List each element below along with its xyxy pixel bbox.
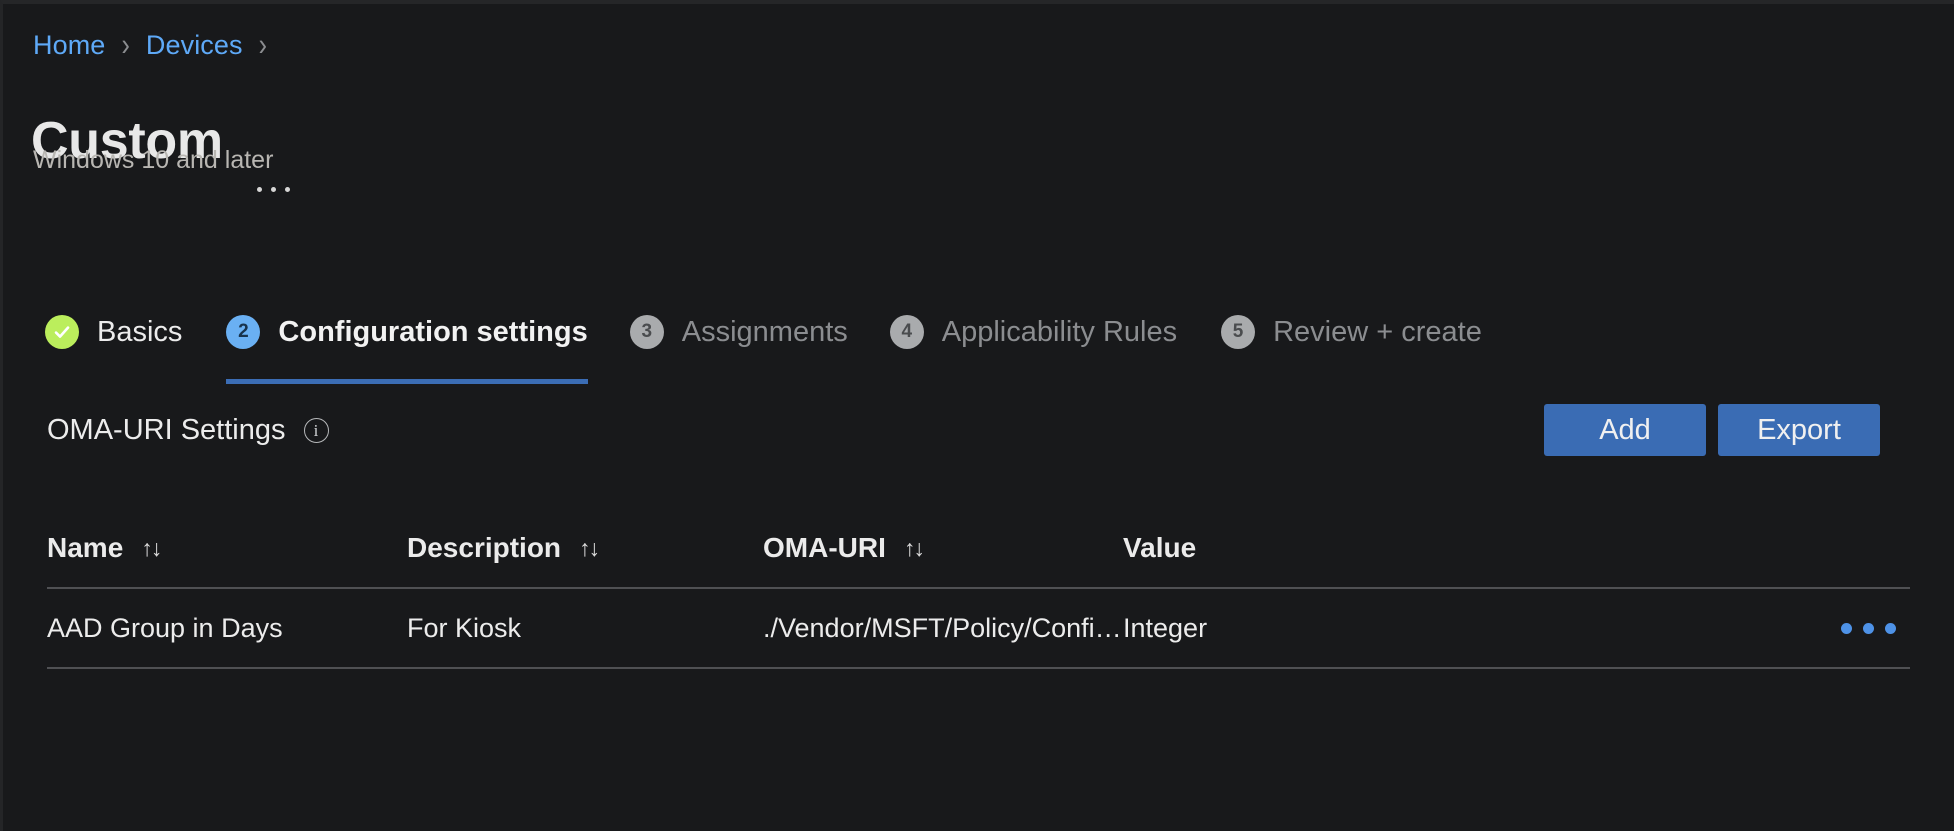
- tab-label: Assignments: [682, 316, 848, 349]
- sort-icon[interactable]: ↑↓: [141, 537, 160, 560]
- table-header-row: Name ↑↓ Description ↑↓ OMA-URI ↑↓ Value: [47, 509, 1910, 587]
- breadcrumb-item-home[interactable]: Home: [33, 30, 105, 61]
- wizard-tabs: Basics 2 Configuration settings 3 Assign…: [45, 292, 1482, 384]
- info-icon[interactable]: i: [304, 418, 329, 443]
- column-header-label: Name: [47, 532, 123, 564]
- custom-profile-page: Home › Devices › Custom Windows 10 and l…: [0, 0, 1954, 831]
- breadcrumb: Home › Devices ›: [33, 30, 283, 61]
- section-title: OMA-URI Settings: [47, 414, 286, 447]
- column-header-label: Description: [407, 532, 561, 564]
- page-title-row: Custom: [31, 80, 290, 202]
- tab-assignments[interactable]: 3 Assignments: [630, 292, 848, 384]
- column-header-description[interactable]: Description ↑↓: [407, 532, 763, 564]
- section-actions: Add Export: [1544, 404, 1880, 456]
- oma-uri-section-header: OMA-URI Settings i Add Export: [47, 404, 1880, 456]
- tab-review-create[interactable]: 5 Review + create: [1221, 292, 1482, 384]
- table-row[interactable]: AAD Group in Days For Kiosk ./Vendor/MSF…: [47, 589, 1910, 669]
- dot: [1885, 623, 1896, 634]
- tab-configuration-settings[interactable]: 2 Configuration settings: [226, 292, 587, 384]
- row-actions-icon[interactable]: [1841, 623, 1896, 634]
- step-number-badge: 4: [890, 315, 924, 349]
- page-subtitle: Windows 10 and later: [33, 146, 273, 175]
- cell-description: For Kiosk: [407, 613, 763, 644]
- more-options-icon[interactable]: [257, 187, 290, 192]
- tab-basics[interactable]: Basics: [45, 292, 182, 384]
- step-number-badge: 5: [1221, 315, 1255, 349]
- dot: [285, 187, 290, 192]
- table-body: AAD Group in Days For Kiosk ./Vendor/MSF…: [47, 587, 1910, 669]
- tab-applicability-rules[interactable]: 4 Applicability Rules: [890, 292, 1177, 384]
- active-tab-indicator: [226, 379, 587, 384]
- tab-label: Review + create: [1273, 316, 1482, 349]
- breadcrumb-separator-icon: ›: [121, 27, 129, 63]
- cell-name: AAD Group in Days: [47, 613, 407, 644]
- tab-label: Applicability Rules: [942, 316, 1177, 349]
- sort-icon[interactable]: ↑↓: [579, 537, 598, 560]
- export-button[interactable]: Export: [1718, 404, 1880, 456]
- dot: [1841, 623, 1852, 634]
- column-header-label: Value: [1123, 532, 1196, 564]
- column-header-value: Value: [1123, 532, 1910, 564]
- tab-label: Basics: [97, 316, 182, 349]
- column-header-name[interactable]: Name ↑↓: [47, 532, 407, 564]
- step-number-badge: 3: [630, 315, 664, 349]
- breadcrumb-item-devices[interactable]: Devices: [146, 30, 243, 61]
- check-icon: [45, 315, 79, 349]
- step-number-badge: 2: [226, 315, 260, 349]
- add-button[interactable]: Add: [1544, 404, 1706, 456]
- sort-icon[interactable]: ↑↓: [904, 537, 923, 560]
- tab-label: Configuration settings: [278, 316, 587, 349]
- section-title-wrap: OMA-URI Settings i: [47, 414, 329, 447]
- oma-uri-settings-table: Name ↑↓ Description ↑↓ OMA-URI ↑↓ Value …: [47, 509, 1910, 669]
- cell-oma-uri: ./Vendor/MSFT/Policy/Confi…: [763, 613, 1123, 644]
- dot: [271, 187, 276, 192]
- column-header-oma-uri[interactable]: OMA-URI ↑↓: [763, 532, 1123, 564]
- column-header-label: OMA-URI: [763, 532, 886, 564]
- cell-value: Integer: [1123, 613, 1841, 644]
- dot: [1863, 623, 1874, 634]
- dot: [257, 187, 262, 192]
- breadcrumb-separator-icon: ›: [259, 27, 267, 63]
